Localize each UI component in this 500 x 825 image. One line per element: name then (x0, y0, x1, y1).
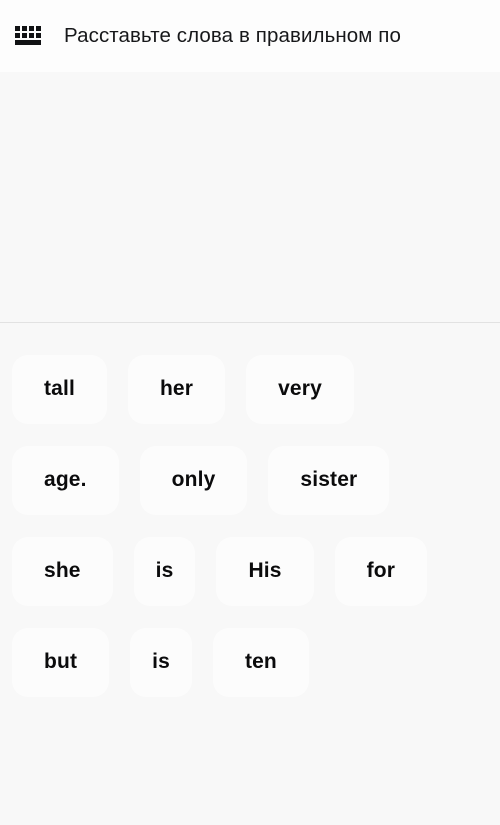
word-chip[interactable]: sister (268, 445, 390, 515)
word-chip[interactable]: she (12, 536, 113, 606)
bottom-empty-area (0, 699, 500, 825)
word-chip[interactable]: very (246, 354, 354, 424)
app-header: Расставьте слова в правильном по (0, 0, 500, 72)
word-chip[interactable]: tall (12, 354, 107, 424)
word-bank-row: she is His for (0, 536, 500, 606)
word-chip[interactable]: only (139, 445, 248, 515)
word-bank-row: age. only sister (0, 445, 500, 515)
word-chip[interactable]: His (216, 536, 314, 606)
word-bank-row: tall her very (0, 354, 500, 424)
answer-drop-zone[interactable] (0, 72, 500, 322)
word-chip[interactable]: is (130, 627, 192, 697)
word-chip[interactable]: is (133, 536, 196, 606)
keyboard-icon[interactable] (14, 24, 44, 50)
word-chip[interactable]: her (127, 354, 226, 424)
word-chip[interactable]: age. (12, 445, 119, 515)
word-bank-row: but is ten (0, 627, 500, 697)
page-title: Расставьте слова в правильном по (64, 23, 401, 47)
word-bank: tall her very age. only sister she is Hi… (0, 322, 500, 699)
word-order-exercise-screen: Расставьте слова в правильном по tall he… (0, 0, 500, 825)
word-chip-clipped[interactable]: for (334, 536, 428, 606)
answer-slot-list[interactable] (0, 72, 500, 132)
word-chip[interactable]: ten (212, 627, 309, 697)
word-chip[interactable]: but (12, 627, 110, 697)
